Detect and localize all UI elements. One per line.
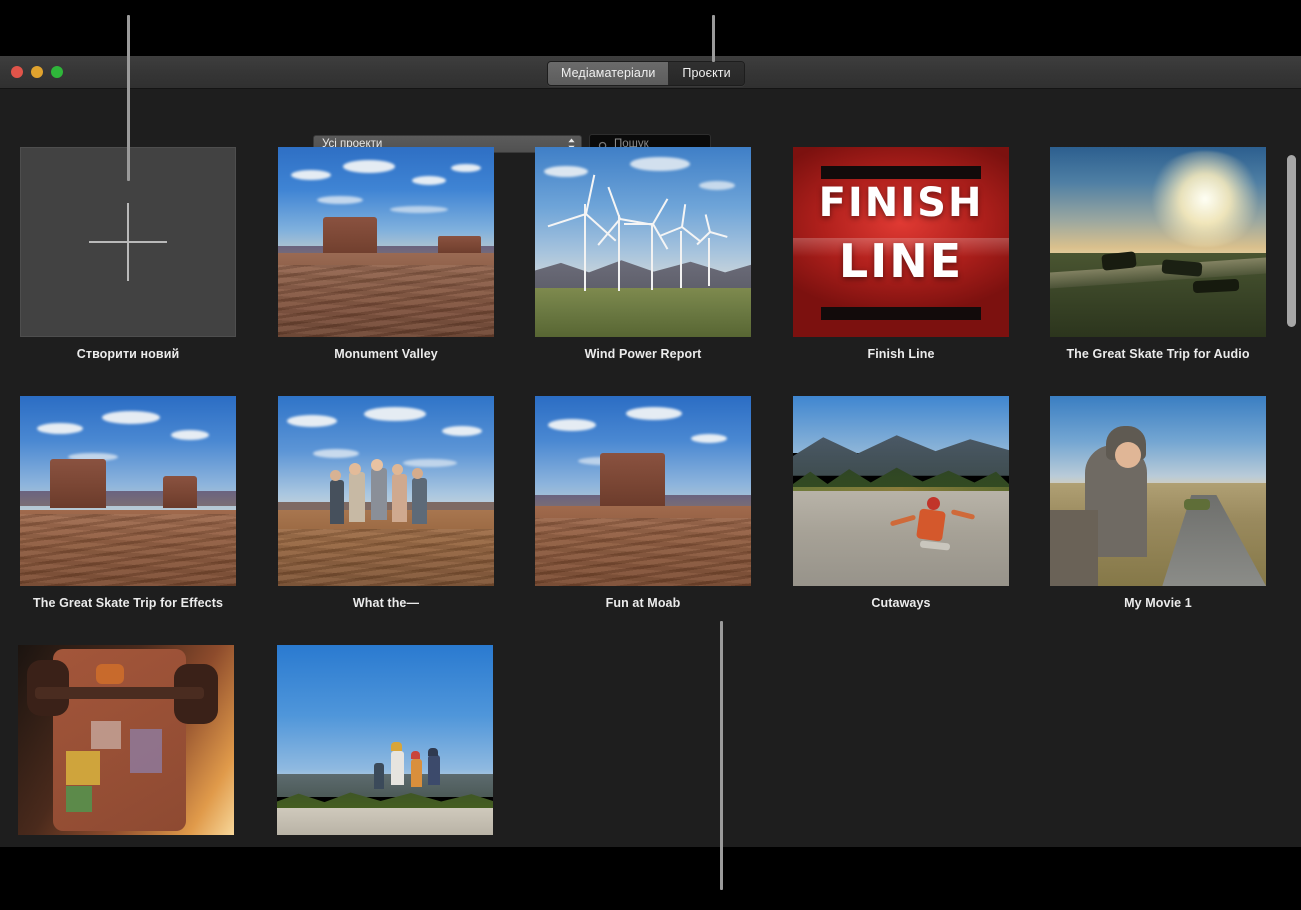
project-thumbnail[interactable]: FINISH LINE — [793, 147, 1009, 337]
project-title: What the— — [258, 596, 514, 610]
poster-text-line1: FINISH — [793, 183, 1009, 223]
project-thumbnail[interactable] — [18, 645, 234, 835]
project-cell-wind-power-report[interactable]: Wind Power Report — [515, 147, 771, 361]
artwork-skateboard-closeup — [18, 645, 234, 835]
project-thumbnail[interactable] — [793, 396, 1009, 586]
minimize-button[interactable] — [31, 66, 43, 78]
tab-projects[interactable]: Проєкти — [669, 62, 743, 85]
project-cell-my-movie-1[interactable]: My Movie 1 — [1030, 396, 1286, 610]
project-title: Finish Line — [773, 347, 1029, 361]
project-thumbnail[interactable] — [1050, 396, 1266, 586]
artwork-mitten-butte — [20, 396, 236, 586]
projects-grid: Створити новий — [0, 146, 1301, 847]
vertical-scrollbar[interactable] — [1287, 155, 1296, 845]
artwork-skate-sunset — [1050, 147, 1266, 337]
artwork-monument-valley — [278, 147, 494, 337]
project-thumbnail[interactable] — [278, 147, 494, 337]
artwork-finish-line: FINISH LINE — [793, 147, 1009, 337]
artwork-cutaways-skater — [793, 396, 1009, 586]
artwork-my-movie-1 — [1050, 396, 1266, 586]
view-mode-segmented-control: Медіаматеріали Проєкти — [547, 61, 745, 86]
window-titlebar: Медіаматеріали Проєкти — [0, 56, 1301, 89]
project-thumbnail[interactable] — [535, 396, 751, 586]
project-cell-monument-valley[interactable]: Monument Valley — [258, 147, 514, 361]
plus-icon-vertical — [127, 203, 129, 281]
project-thumbnail[interactable] — [20, 396, 236, 586]
project-thumbnail[interactable] — [535, 147, 751, 337]
project-title: The Great Skate Trip for Audio — [1030, 347, 1286, 361]
poster-text-line2: LINE — [793, 238, 1009, 284]
project-cell-great-skate-trip-audio[interactable]: The Great Skate Trip for Audio — [1030, 147, 1286, 361]
project-cell-great-skate-trip-effects[interactable]: The Great Skate Trip for Effects — [0, 396, 256, 610]
callout-line-projects-tab — [712, 15, 715, 62]
project-title: Wind Power Report — [515, 347, 771, 361]
project-thumbnail[interactable] — [278, 396, 494, 586]
project-title: Fun at Moab — [515, 596, 771, 610]
artwork-wind-power-report — [535, 147, 751, 337]
project-thumbnail[interactable] — [1050, 147, 1266, 337]
callout-line-project-grid — [720, 621, 723, 890]
project-title: The Great Skate Trip for Effects — [0, 596, 256, 610]
window-controls — [11, 66, 63, 78]
close-button[interactable] — [11, 66, 23, 78]
screenshot-root: Медіаматеріали Проєкти Усі проекти — [0, 0, 1301, 910]
project-cell-cutaways[interactable]: Cutaways — [773, 396, 1029, 610]
project-cell-fun-at-moab[interactable]: Fun at Moab — [515, 396, 771, 610]
project-cell-row3-group-walk[interactable] — [257, 645, 513, 845]
artwork-moab-butte — [535, 396, 751, 586]
callout-line-create-new — [127, 15, 130, 181]
artwork-group-jump — [278, 396, 494, 586]
scrollbar-thumb[interactable] — [1287, 155, 1296, 327]
project-title: Створити новий — [0, 347, 256, 361]
imovie-window: Медіаматеріали Проєкти Усі проекти — [0, 56, 1301, 847]
project-title: Monument Valley — [258, 347, 514, 361]
project-cell-finish-line[interactable]: FINISH LINE Finish Line — [773, 147, 1029, 361]
zoom-button[interactable] — [51, 66, 63, 78]
project-title: My Movie 1 — [1030, 596, 1286, 610]
project-thumbnail[interactable] — [277, 645, 493, 835]
tab-media[interactable]: Медіаматеріали — [548, 62, 669, 85]
artwork-group-walking — [277, 645, 493, 835]
project-title: Cutaways — [773, 596, 1029, 610]
project-cell-row3-skateboard[interactable] — [0, 645, 254, 845]
project-cell-what-the[interactable]: What the— — [258, 396, 514, 610]
